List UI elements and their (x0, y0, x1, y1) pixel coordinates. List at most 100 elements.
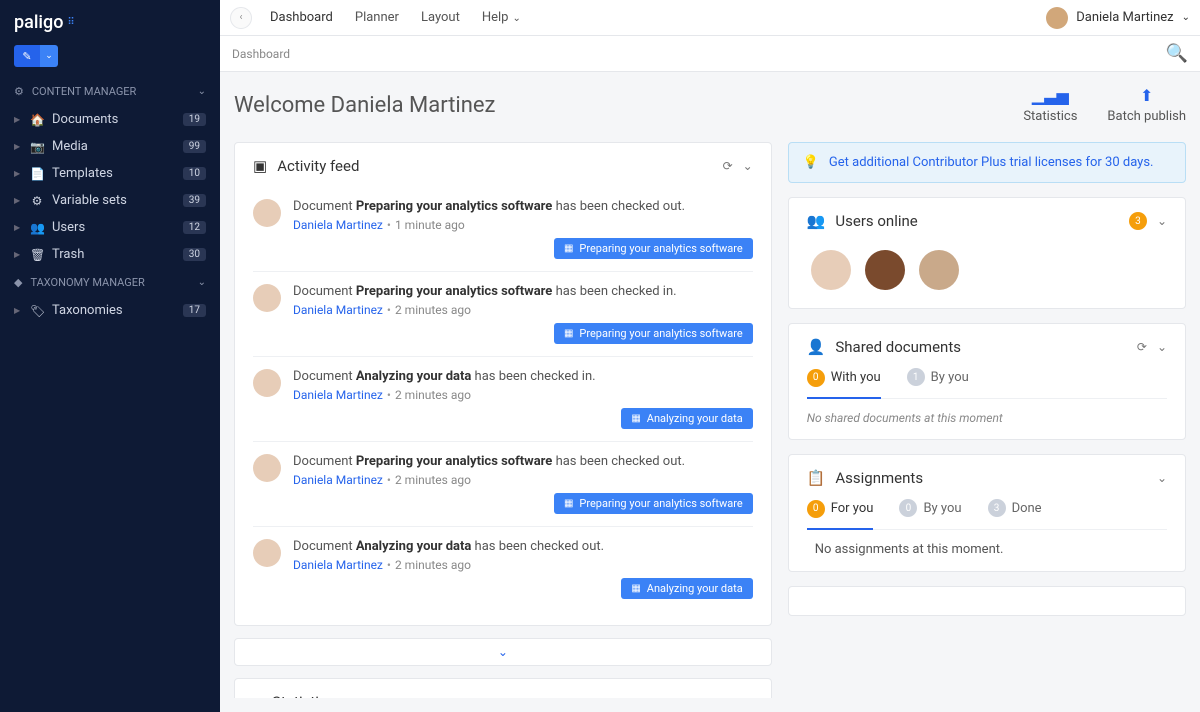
timestamp: 2 minutes ago (395, 303, 471, 317)
tab-count: 0 (899, 499, 917, 517)
page-title: Welcome Daniela Martinez (234, 93, 495, 118)
chevron-down-icon[interactable]: ⌄ (1157, 471, 1167, 485)
empty-state: No assignments at this moment. (807, 542, 1167, 557)
item-icon: 🏠 (30, 113, 44, 127)
author-link[interactable]: Daniela Martinez (293, 558, 383, 572)
chevron-down-icon: ⌄ (1182, 12, 1190, 23)
chevron-down-icon: ⌄ (198, 277, 206, 288)
panel-title: Statistics (272, 693, 334, 698)
doc-icon: ▦ (631, 583, 640, 594)
feed-text: Document Preparing your analytics softwa… (293, 199, 753, 214)
sidebar: paligo ⠿ ✎ ⌄ ⚙ CONTENT MANAGER ⌄ ▶ 🏠 Docum… (0, 0, 220, 712)
sidebar-item[interactable]: ▶📷Media99 (0, 133, 220, 160)
feed-item: Document Preparing your analytics softwa… (253, 441, 753, 526)
document-pill[interactable]: ▦Preparing your analytics software (554, 493, 753, 514)
tab-label: With you (831, 370, 881, 385)
breadcrumb-bar: Dashboard 🔍 (220, 36, 1200, 72)
count-badge: 19 (183, 113, 206, 126)
timestamp: 2 minutes ago (395, 473, 471, 487)
avatar[interactable] (811, 250, 851, 290)
user-name: Daniela Martinez (1076, 10, 1173, 25)
compose-group: ✎ ⌄ (14, 45, 58, 67)
trial-banner[interactable]: 💡 Get additional Contributor Plus trial … (788, 142, 1186, 183)
refresh-icon[interactable]: ⟳ (723, 159, 733, 173)
sidebar-item[interactable]: ▶🏠Documents19 (0, 106, 220, 133)
batch-publish-action[interactable]: ⬆ Batch publish (1107, 86, 1186, 124)
page-header: Welcome Daniela Martinez ▁▃▅ Statistics … (220, 72, 1200, 138)
tab-by-you[interactable]: 0 By you (899, 499, 961, 521)
back-button[interactable]: ‹ (230, 7, 252, 29)
sidebar-section-content[interactable]: ⚙ CONTENT MANAGER ⌄ (0, 77, 220, 106)
sidebar-section-label: CONTENT MANAGER (32, 85, 136, 98)
tab-done[interactable]: 3 Done (988, 499, 1042, 521)
avatar[interactable] (865, 250, 905, 290)
nav-layout[interactable]: Layout (417, 10, 464, 25)
sidebar-section-label: TAXONOMY MANAGER (30, 276, 144, 289)
nav-dashboard[interactable]: Dashboard (266, 10, 337, 25)
document-pill[interactable]: ▦Analyzing your data (621, 408, 752, 429)
tab-count: 0 (807, 500, 825, 518)
chevron-down-icon[interactable]: ⌄ (1157, 214, 1167, 228)
avatar[interactable] (919, 250, 959, 290)
author-link[interactable]: Daniela Martinez (293, 218, 383, 232)
sidebar-section-taxonomy[interactable]: ◆ TAXONOMY MANAGER ⌄ (0, 268, 220, 297)
count-badge: 39 (183, 194, 206, 207)
avatar (253, 454, 281, 482)
sidebar-item[interactable]: ▶🗑Trash30 (0, 241, 220, 268)
sidebar-item[interactable]: ▶📄Templates10 (0, 160, 220, 187)
expand-feed-button[interactable]: ⌄ (234, 638, 772, 666)
tab-for-you[interactable]: 0 For you (807, 499, 874, 530)
avatar (1046, 7, 1068, 29)
nav-help[interactable]: Help (478, 10, 525, 25)
author-link[interactable]: Daniela Martinez (293, 473, 383, 487)
action-label: Batch publish (1107, 109, 1186, 124)
caret-icon: ▶ (14, 250, 22, 259)
refresh-icon[interactable]: ⟳ (1137, 340, 1147, 354)
sidebar-item-label: Templates (52, 166, 113, 181)
tab-label: For you (831, 501, 874, 516)
item-icon: 📄 (30, 167, 44, 181)
feed-item: Document Preparing your analytics softwa… (253, 187, 753, 271)
panel-title: Assignments (835, 469, 923, 487)
compose-dropdown[interactable]: ⌄ (40, 45, 58, 67)
item-icon: 📷 (30, 140, 44, 154)
sidebar-item-label: Taxonomies (52, 303, 123, 318)
sidebar-item[interactable]: ▶👥Users12 (0, 214, 220, 241)
statistics-action[interactable]: ▁▃▅ Statistics (1023, 86, 1077, 124)
nav-planner[interactable]: Planner (351, 10, 403, 25)
count-badge: 12 (183, 221, 206, 234)
panel-placeholder (788, 586, 1186, 616)
panel-title: Users online (835, 212, 917, 230)
chevron-down-icon[interactable]: ⌄ (743, 159, 753, 173)
chevron-down-icon[interactable]: ⌄ (743, 695, 753, 698)
breadcrumb[interactable]: Dashboard (232, 47, 290, 61)
logo[interactable]: paligo ⠿ (0, 0, 220, 45)
gear-icon: ⚙ (14, 85, 24, 98)
author-link[interactable]: Daniela Martinez (293, 388, 383, 402)
sidebar-item[interactable]: ▶🏷Taxonomies17 (0, 297, 220, 324)
document-pill[interactable]: ▦Analyzing your data (621, 578, 752, 599)
refresh-icon[interactable]: ⟳ (723, 695, 733, 698)
logo-dots-icon: ⠿ (67, 17, 73, 28)
item-icon: ⚙ (30, 194, 44, 208)
action-label: Statistics (1023, 109, 1077, 124)
shared-documents-panel: 👤 Shared documents ⟳ ⌄ 0 With you 1 By y… (788, 323, 1186, 440)
document-pill[interactable]: ▦Preparing your analytics software (554, 323, 753, 344)
tab-by-you[interactable]: 1 By you (907, 368, 969, 390)
sidebar-item-label: Documents (52, 112, 118, 127)
caret-icon: ▶ (14, 169, 22, 178)
doc-icon: ▦ (564, 243, 573, 254)
document-pill[interactable]: ▦Preparing your analytics software (554, 238, 753, 259)
sidebar-item[interactable]: ▶⚙Variable sets39 (0, 187, 220, 214)
count-badge: 99 (183, 140, 206, 153)
compose-button[interactable]: ✎ (14, 45, 40, 67)
users-count-badge: 3 (1129, 212, 1147, 230)
timestamp: 2 minutes ago (395, 558, 471, 572)
search-icon[interactable]: 🔍 (1166, 43, 1188, 64)
chevron-down-icon[interactable]: ⌄ (1157, 340, 1167, 354)
author-link[interactable]: Daniela Martinez (293, 303, 383, 317)
user-menu[interactable]: Daniela Martinez ⌄ (1046, 7, 1190, 29)
timestamp: 1 minute ago (395, 218, 465, 232)
tab-with-you[interactable]: 0 With you (807, 368, 881, 399)
avatar (253, 284, 281, 312)
